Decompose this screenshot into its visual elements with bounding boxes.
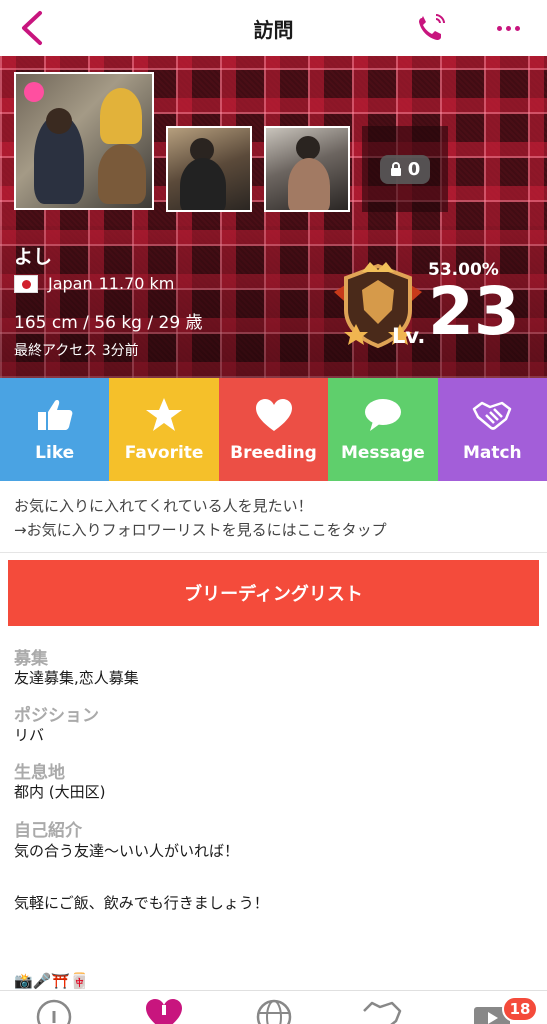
profile-photo-2[interactable] — [166, 126, 252, 212]
like-button[interactable]: Like — [0, 378, 110, 481]
habitat-value: 都内 (大田区) — [14, 783, 106, 801]
profile-photo-3[interactable] — [264, 126, 350, 212]
message-button[interactable]: Message — [328, 378, 438, 481]
level-number: 23 — [428, 273, 520, 350]
follower-list-notice[interactable]: お気に入りに入れてくれている人を見たい！ →お気に入りフォロワーリストを見るには… — [14, 494, 387, 542]
level-prefix: Lv. — [392, 324, 426, 348]
locked-photos[interactable]: 0 — [362, 126, 448, 212]
user-name: よし — [14, 246, 53, 268]
call-button[interactable] — [414, 12, 450, 44]
favorite-button[interactable]: Favorite — [109, 378, 219, 481]
tab-visits-icon[interactable] — [144, 997, 184, 1024]
more-options-button[interactable] — [490, 12, 526, 44]
tab-globe-icon[interactable] — [254, 997, 294, 1024]
chevron-left-icon — [22, 11, 42, 45]
page-title: 訪問 — [253, 17, 294, 42]
phone-icon — [419, 14, 445, 40]
handshake-icon — [473, 401, 512, 430]
divider — [0, 552, 547, 553]
breeding-button[interactable]: Breeding — [218, 378, 329, 481]
position-value: リバ — [14, 726, 45, 744]
tab-match-icon[interactable] — [362, 997, 402, 1024]
japan-flag-icon — [14, 274, 38, 293]
tab-info-icon[interactable] — [34, 997, 74, 1024]
action-bar: Like Favorite Breeding Message Match — [0, 378, 547, 481]
locked-photo-count: 0 — [407, 158, 421, 180]
notice-line-1: お気に入りに入れてくれている人を見たい！ — [14, 497, 313, 515]
recruit-label: 募集 — [14, 649, 48, 669]
more-dot-icon — [505, 25, 511, 31]
thumbs-up-icon — [37, 399, 73, 430]
bottom-tab-bar — [0, 990, 547, 1024]
more-dot-icon — [496, 25, 502, 31]
heart-icon — [255, 398, 292, 431]
back-button[interactable] — [18, 8, 58, 48]
habitat-label: 生息地 — [14, 763, 65, 783]
country: Japan — [48, 274, 93, 293]
lock-icon — [390, 161, 401, 176]
location-row: Japan 11.70 km — [14, 274, 174, 293]
breeding-list-button[interactable]: ブリーディングリスト — [8, 560, 539, 626]
online-status-dot — [24, 82, 44, 102]
profile-banner: 0 よし Japan 11.70 km 165 cm / 56 kg / 29 … — [0, 56, 547, 378]
body-stats: 165 cm / 56 kg / 29 歳 — [14, 313, 203, 333]
position-label: ポジション — [14, 706, 99, 726]
notice-line-2: →お気に入りフォロワーリストを見るにはここをタップ — [14, 521, 387, 539]
match-button[interactable]: Match — [437, 378, 547, 481]
recruit-value: 友達募集,恋人募集 — [14, 669, 139, 687]
last-access: 最終アクセス 3分前 — [14, 343, 139, 359]
app-header: 訪問 — [0, 0, 547, 56]
notification-badge: 18 — [502, 996, 538, 1022]
distance: 11.70 km — [98, 274, 175, 293]
star-icon — [146, 397, 183, 431]
more-dot-icon — [514, 25, 520, 31]
speech-bubble-icon — [364, 398, 401, 431]
